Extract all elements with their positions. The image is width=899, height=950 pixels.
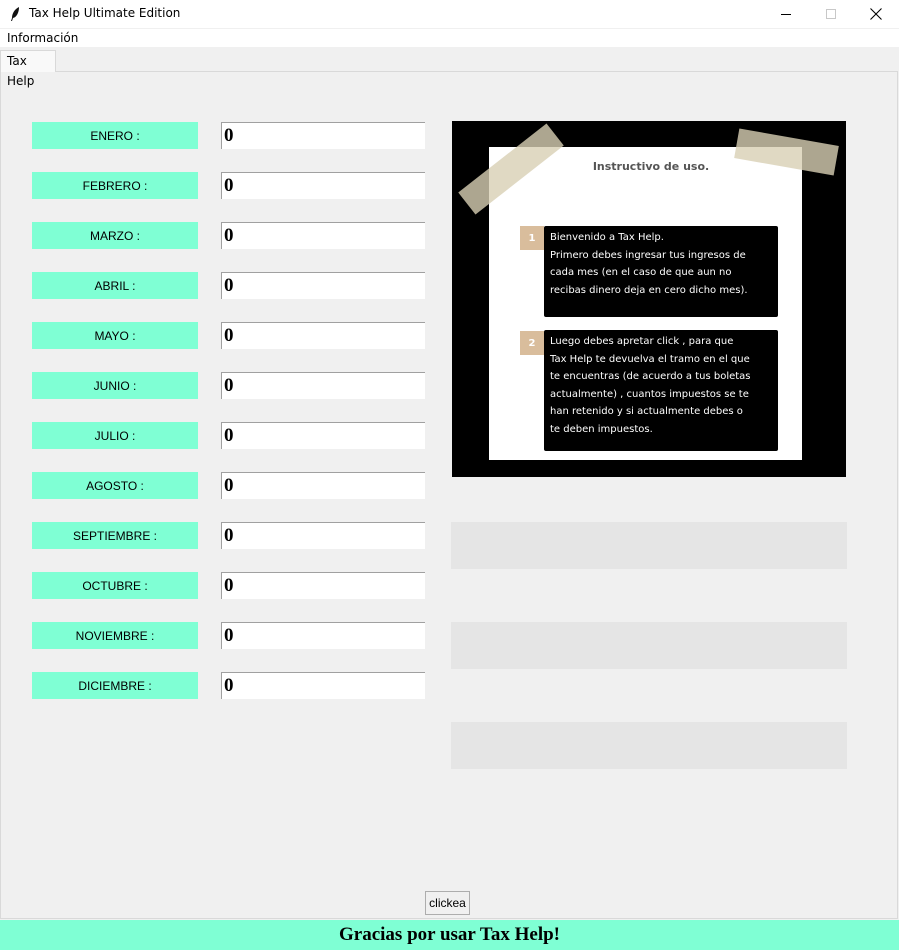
clickea-button[interactable]: clickea xyxy=(425,891,470,915)
month-label-agosto: AGOSTO : xyxy=(32,472,198,499)
step-2-line: han retenido y si actualmente debes o xyxy=(550,406,743,417)
instructions-image: Instructivo de uso. 1 Bienvenido a Tax H… xyxy=(452,121,846,477)
tab-tax-help[interactable]: Tax Help xyxy=(0,50,56,88)
month-input-enero[interactable] xyxy=(221,122,425,149)
step-1-text: Bienvenido a Tax Help. Primero debes ing… xyxy=(544,226,778,317)
month-label-marzo: MARZO : xyxy=(32,222,198,249)
month-label-octubre: OCTUBRE : xyxy=(32,572,198,599)
step-2-text: Luego debes apretar click , para que Tax… xyxy=(544,330,778,451)
month-label-febrero: FEBRERO : xyxy=(32,172,198,199)
minimize-icon xyxy=(781,14,791,15)
month-input-febrero[interactable] xyxy=(221,172,425,199)
month-input-mayo[interactable] xyxy=(221,322,425,349)
step-1-number: 1 xyxy=(520,226,544,250)
month-label-enero: ENERO : xyxy=(32,122,198,149)
month-label-diciembre: DICIEMBRE : xyxy=(32,672,198,699)
month-label-julio: JULIO : xyxy=(32,422,198,449)
step-2-line: Luego debes apretar click , para que xyxy=(550,336,734,347)
step-1-line: Bienvenido a Tax Help. xyxy=(550,232,664,243)
month-label-noviembre: NOVIEMBRE : xyxy=(32,622,198,649)
month-input-septiembre[interactable] xyxy=(221,522,425,549)
result-field-1 xyxy=(451,522,847,569)
month-label-abril: ABRIL : xyxy=(32,272,198,299)
menu-item-informacion[interactable]: Información xyxy=(7,31,78,45)
result-field-2 xyxy=(451,622,847,669)
step-2-line: te encuentras (de acuerdo a tus boletas xyxy=(550,371,751,382)
step-2-line: Tax Help te devuelva el tramo en el que xyxy=(550,353,750,365)
window-title: Tax Help Ultimate Edition xyxy=(29,6,181,20)
instructions-card: Instructivo de uso. 1 Bienvenido a Tax H… xyxy=(489,147,802,460)
step-1-line: cada mes (en el caso de que aun no xyxy=(550,267,732,278)
month-label-septiembre: SEPTIEMBRE : xyxy=(32,522,198,549)
step-2-line: te deben impuestos. xyxy=(550,423,653,435)
month-label-mayo: MAYO : xyxy=(32,322,198,349)
maximize-button[interactable] xyxy=(808,0,854,28)
footer-banner: Gracias por usar Tax Help! xyxy=(0,920,899,950)
month-input-julio[interactable] xyxy=(221,422,425,449)
month-input-junio[interactable] xyxy=(221,372,425,399)
step-2-number: 2 xyxy=(520,331,544,355)
month-label-junio: JUNIO : xyxy=(32,372,198,399)
step-2-line: actualmente) , cuantos impuestos se te xyxy=(550,388,749,400)
minimize-button[interactable] xyxy=(763,0,809,28)
month-input-agosto[interactable] xyxy=(221,472,425,499)
close-button[interactable] xyxy=(853,0,899,28)
month-input-abril[interactable] xyxy=(221,272,425,299)
step-1-line: recibas dinero deja en cero dicho mes). xyxy=(550,284,748,296)
step-1-line: Primero debes ingresar tus ingresos de xyxy=(550,249,746,261)
month-input-marzo[interactable] xyxy=(221,222,425,249)
maximize-icon xyxy=(826,9,836,19)
close-icon xyxy=(870,8,882,20)
menu-bar: Información xyxy=(0,29,899,47)
title-bar: Tax Help Ultimate Edition xyxy=(0,0,899,28)
instructions-title: Instructivo de uso. xyxy=(592,160,710,173)
month-input-diciembre[interactable] xyxy=(221,672,425,699)
month-input-octubre[interactable] xyxy=(221,572,425,599)
result-field-3 xyxy=(451,722,847,769)
month-input-noviembre[interactable] xyxy=(221,622,425,649)
feather-icon xyxy=(11,7,19,21)
